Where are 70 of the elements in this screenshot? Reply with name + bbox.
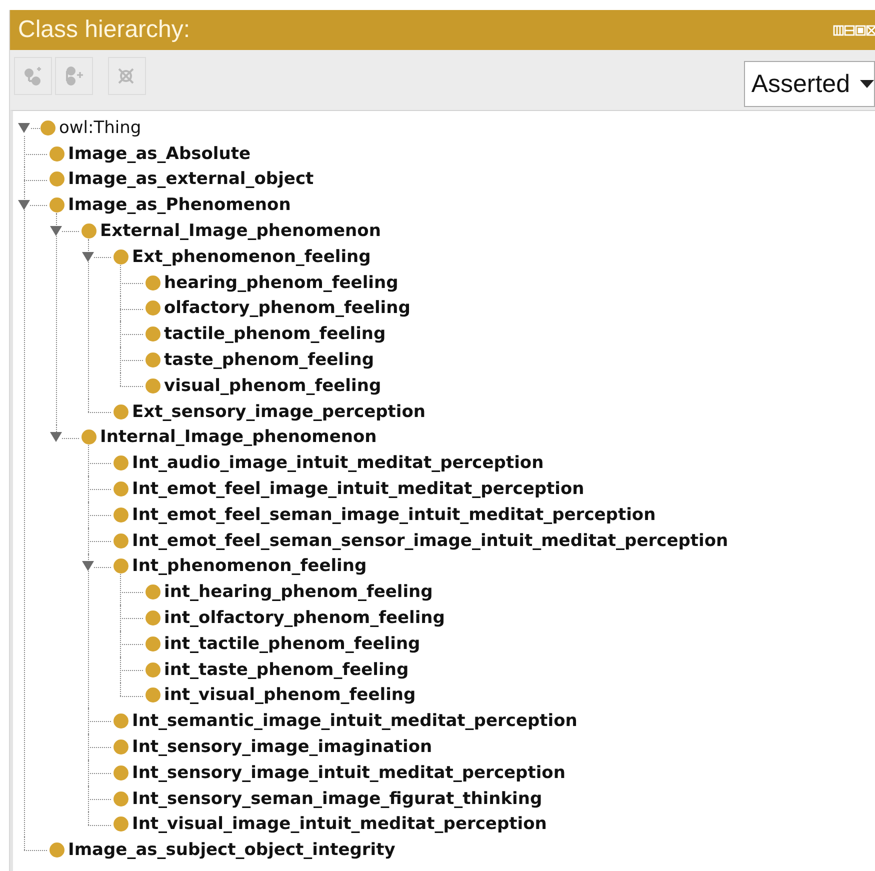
class-name[interactable]: Ext_phenomenon_feeling [132, 246, 371, 267]
expand-toggle-icon[interactable] [82, 561, 94, 572]
class-icon [113, 532, 129, 549]
class-name[interactable]: Int_phenomenon_feeling [132, 556, 367, 576]
class-icon [49, 197, 65, 214]
class-icon [113, 764, 129, 781]
class-icon [113, 455, 129, 472]
class-name[interactable]: Int_semantic_image_intuit_meditat_perception [132, 711, 578, 732]
class-icon [145, 584, 161, 600]
class-icon [145, 274, 161, 291]
class-name[interactable]: visual_phenom_feeling [164, 376, 382, 396]
class-name[interactable]: Image_as_Phenomenon [68, 195, 291, 216]
class-name[interactable]: Int_sensory_image_intuit_meditat_perception [132, 762, 566, 783]
expand-toggle-icon[interactable] [18, 200, 30, 210]
class-icon [113, 816, 129, 832]
expand-toggle-icon[interactable] [50, 432, 62, 442]
view-selector[interactable]: Asserted [744, 61, 875, 107]
class-name[interactable]: Int_emot_feel_image_intuit_meditat_perception [132, 479, 584, 500]
class-icon [81, 429, 97, 446]
class-name[interactable]: Int_emot_feel_seman_image_intuit_meditat_perception [132, 504, 656, 525]
class-name[interactable]: int_tactile_phenom_feeling [164, 634, 420, 654]
class-icon [113, 248, 129, 265]
class-name[interactable]: olfactory_phenom_feeling [164, 298, 410, 318]
class-name[interactable]: Int_sensory_seman_image_figurat_thinking [132, 788, 542, 809]
class-icon [113, 481, 129, 498]
class-name[interactable]: Int_emot_feel_seman_sensor_image_intuit_meditat_perception [132, 530, 728, 551]
class-name[interactable]: hearing_phenom_feeling [164, 272, 398, 293]
class-icon [113, 404, 129, 420]
class-name[interactable]: Image_as_Absolute [68, 144, 251, 164]
class-icon [113, 558, 129, 574]
class-icon [49, 171, 65, 188]
class-icon [145, 378, 161, 394]
expand-toggle-icon[interactable] [18, 122, 30, 133]
class-icon [40, 120, 56, 136]
class-name[interactable]: Ext_sensory_image_perception [132, 402, 426, 422]
caret-icon [860, 80, 874, 88]
class-name[interactable]: int_taste_phenom_feeling [164, 660, 409, 680]
class-name[interactable]: int_visual_phenom_feeling [164, 685, 416, 706]
add-sibling-icon [63, 66, 85, 86]
window-controls-icon[interactable] [833, 24, 875, 36]
expand-toggle-icon[interactable] [82, 252, 94, 262]
class-name[interactable]: owl:Thing [59, 118, 142, 138]
add-subclass-icon [22, 66, 44, 86]
class-icon [145, 662, 161, 678]
panel-title: Class hierarchy: [18, 16, 190, 44]
class-icon [113, 790, 129, 807]
class-name[interactable]: Int_audio_image_intuit_meditat_perception [132, 453, 544, 474]
class-icon [145, 636, 161, 652]
class-icon [49, 842, 65, 858]
class-icon [49, 146, 65, 162]
class-name[interactable]: int_hearing_phenom_feeling [164, 582, 433, 602]
expand-toggle-icon[interactable] [50, 226, 62, 236]
class-name[interactable]: Image_as_subject_object_integrity [68, 840, 396, 860]
class-icon [145, 352, 161, 368]
class-name[interactable]: External_Image_phenomenon [100, 221, 381, 242]
class-icon [113, 713, 129, 730]
class-name[interactable]: Int_visual_image_intuit_meditat_perception [132, 814, 547, 834]
class-icon [145, 610, 161, 626]
class-name[interactable]: Int_sensory_image_imagination [132, 737, 432, 758]
class-icon [145, 300, 161, 316]
class-icon [113, 739, 129, 756]
class-name[interactable]: tactile_phenom_feeling [164, 324, 386, 344]
class-name[interactable]: taste_phenom_feeling [164, 350, 374, 370]
class-name[interactable]: int_olfactory_phenom_feeling [164, 608, 445, 628]
class-icon [81, 223, 97, 240]
class-name[interactable]: Image_as_external_object [68, 169, 314, 190]
class-icon [145, 326, 161, 342]
class-icon [113, 506, 129, 523]
class-icon [145, 687, 161, 704]
class-name[interactable]: Internal_Image_phenomenon [100, 427, 377, 448]
